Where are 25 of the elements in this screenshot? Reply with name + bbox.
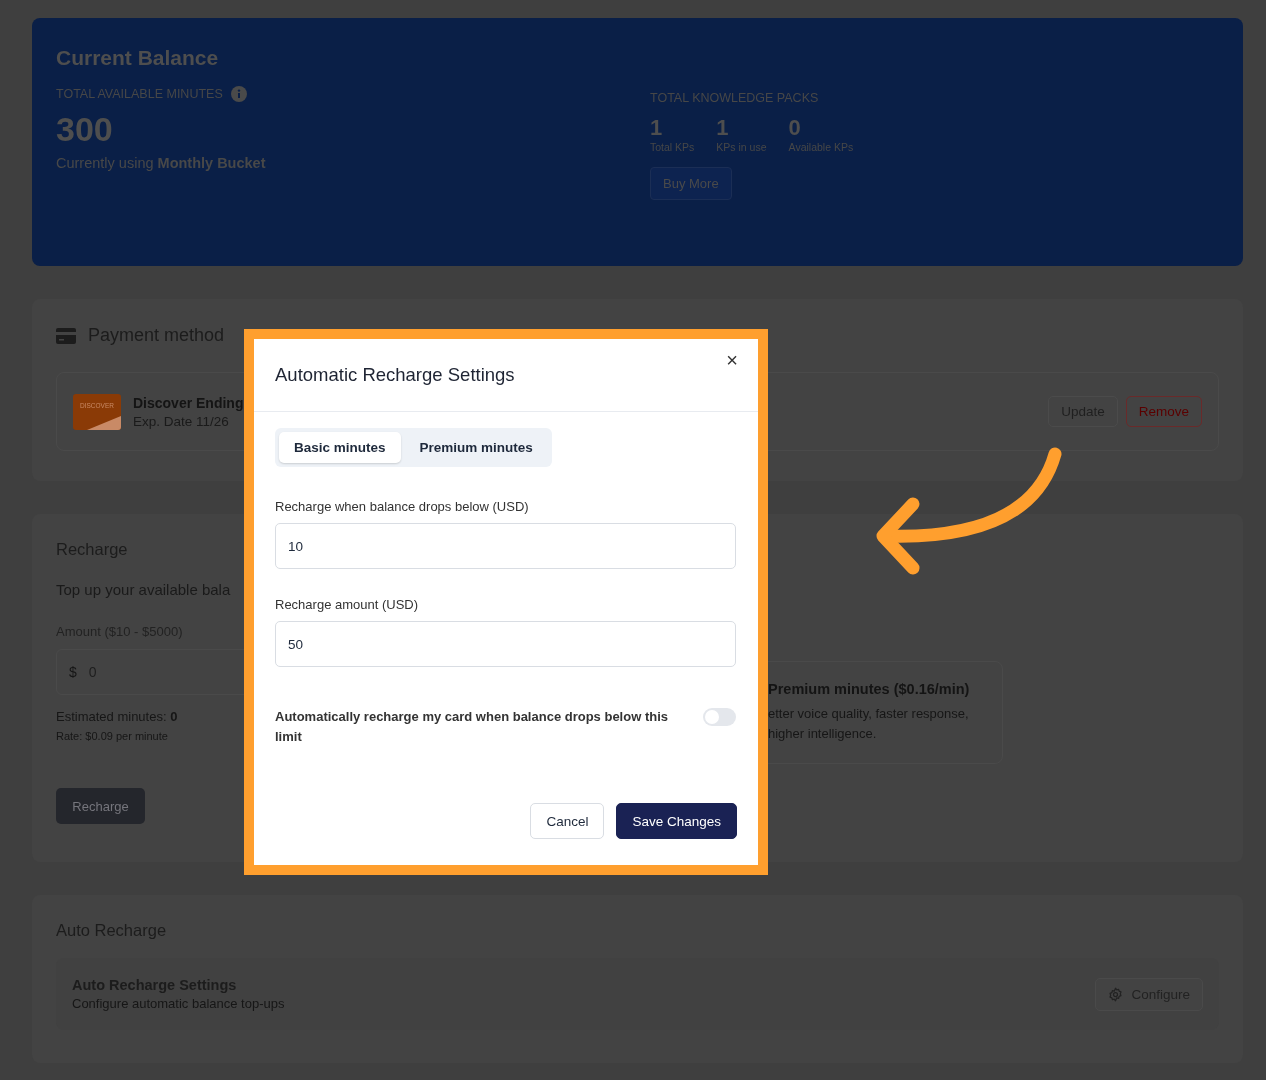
cancel-button[interactable]: Cancel	[530, 803, 605, 839]
tab[interactable]: Premium minutes	[404, 432, 548, 463]
field-label: Recharge when balance drops below (USD)	[275, 499, 530, 514]
balance-title: Current Balance	[56, 46, 220, 70]
input-field[interactable]: 50	[275, 621, 736, 667]
toggle-label: Automatically recharge my card when balance drops below this limit	[275, 708, 669, 746]
pack-label: Total KPs	[650, 141, 695, 153]
close-button[interactable]: ×	[722, 347, 742, 374]
pack-count: 1	[650, 115, 664, 141]
input-field[interactable]: 10	[275, 523, 736, 569]
minutes-label: TOTAL AVAILABLE MINUTES	[56, 87, 223, 101]
toggle-switch[interactable]	[703, 708, 736, 726]
dialog-title: Automatic Recharge Settings	[275, 364, 515, 386]
pack-label: Available KPs	[788, 141, 854, 153]
tab[interactable]: Basic minutes	[279, 432, 401, 463]
info-icon[interactable]	[230, 86, 247, 102]
packs-label: TOTAL KNOWLEDGE PACKS	[650, 91, 820, 105]
settings-icon	[1108, 986, 1124, 1002]
credit-card-icon	[56, 327, 76, 344]
field-label: Recharge amount (USD)	[275, 597, 420, 612]
save-button[interactable]: Save Changes	[616, 803, 737, 839]
pack-count: 1	[716, 115, 730, 141]
minutes-value: 300	[56, 110, 114, 149]
bucket-note: Currently using Monthly Bucket	[56, 155, 267, 171]
pack-count: 0	[788, 115, 802, 141]
